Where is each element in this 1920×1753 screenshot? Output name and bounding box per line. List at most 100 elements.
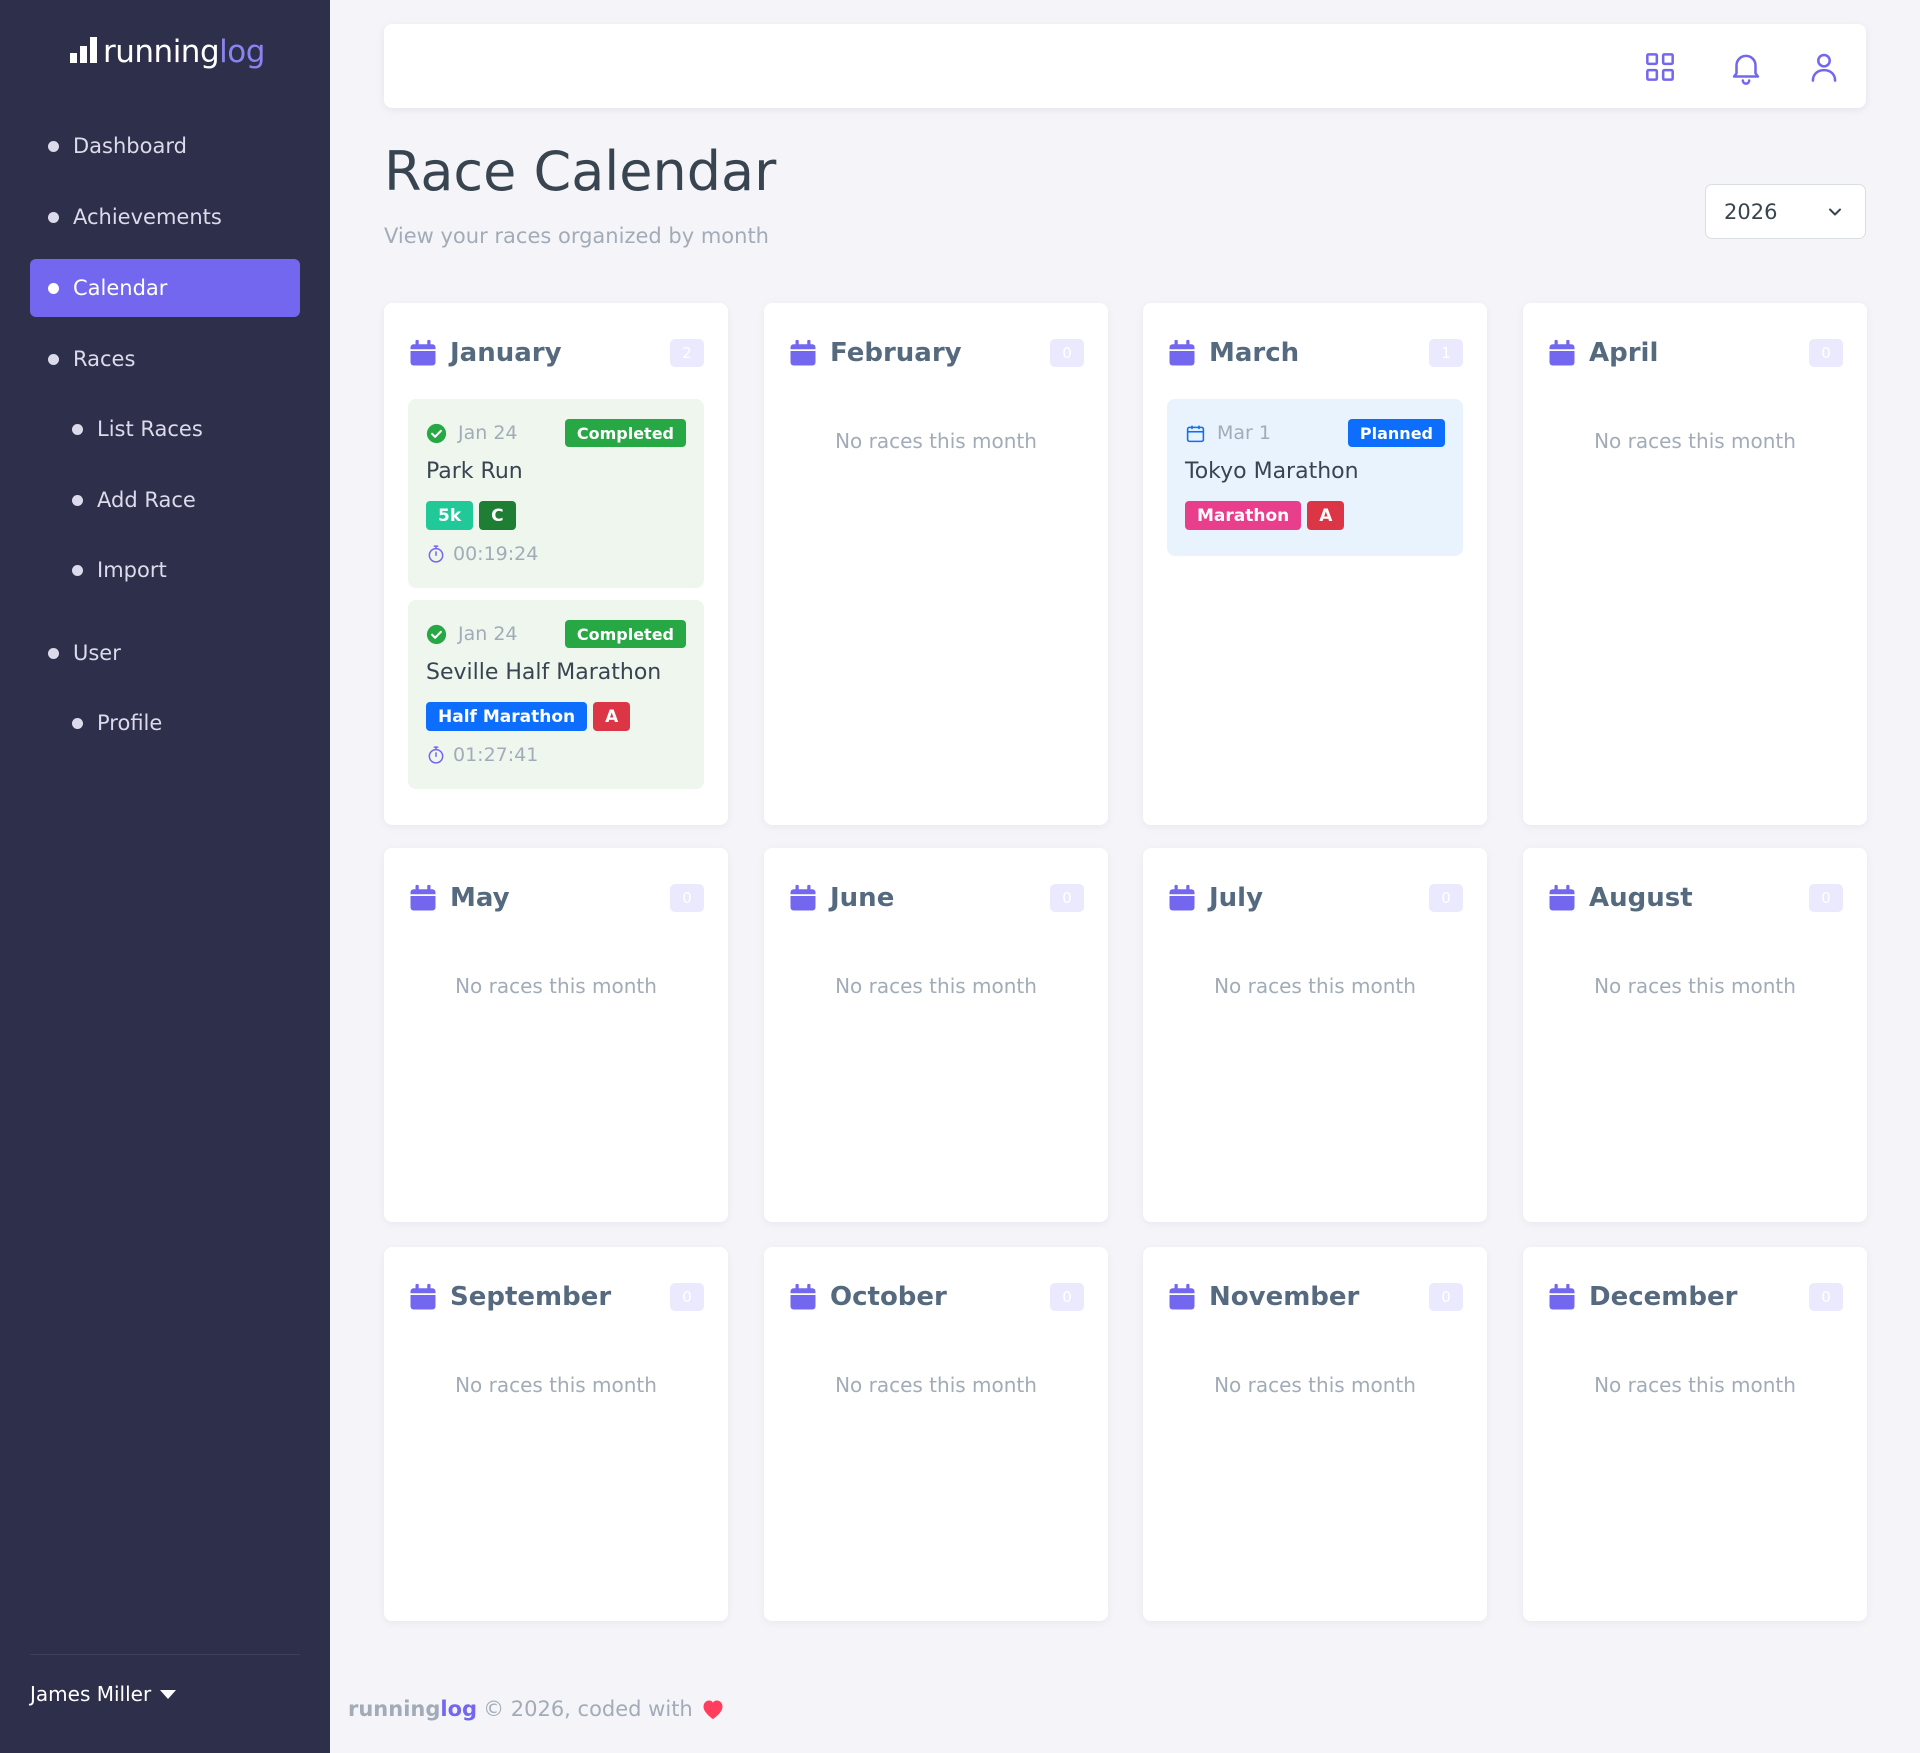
bullet-icon — [72, 564, 83, 576]
distance-badge: Half Marathon — [426, 702, 588, 731]
race-name: Park Run — [426, 459, 523, 484]
bullet-icon — [48, 282, 59, 294]
race-count-badge: 0 — [1050, 1283, 1084, 1311]
bullet-icon — [48, 140, 59, 152]
empty-message: No races this month — [455, 974, 657, 998]
month-card-january: January 2 Jan 24 Completed Park Run 5k C… — [384, 303, 728, 825]
empty-message: No races this month — [455, 1373, 657, 1397]
footer-brand[interactable]: runninglog — [348, 1697, 477, 1721]
bullet-icon — [72, 717, 83, 729]
sidebar-item-label: User — [73, 641, 121, 665]
page-title: Race Calendar — [384, 140, 777, 203]
race-count-badge: 0 — [1809, 1283, 1843, 1311]
calendar-icon — [1167, 338, 1197, 368]
calendar-icon — [1547, 1282, 1577, 1312]
race-count-badge: 0 — [670, 884, 704, 912]
status-badge: Planned — [1347, 419, 1445, 447]
race-card[interactable]: Jan 24 Completed Seville Half Marathon H… — [408, 600, 704, 789]
topbar — [384, 24, 1866, 108]
race-name: Tokyo Marathon — [1185, 459, 1359, 484]
sidebar-item-add-race[interactable]: Add Race — [30, 471, 300, 529]
race-date: Jan 24 — [458, 623, 518, 645]
empty-message: No races this month — [835, 429, 1037, 453]
bell-icon[interactable] — [1727, 48, 1765, 86]
footer: runninglog © 2026, coded with — [348, 1697, 725, 1721]
race-time: 00:19:24 — [453, 543, 539, 565]
caret-down-icon — [160, 1689, 177, 1699]
empty-message: No races this month — [1594, 974, 1796, 998]
page-subtitle: View your races organized by month — [384, 224, 769, 248]
race-count-badge: 0 — [1429, 1283, 1463, 1311]
app-logo[interactable]: runninglog — [70, 30, 265, 70]
race-date: Jan 24 — [458, 422, 518, 444]
month-card-july: July 0 No races this month — [1143, 848, 1487, 1222]
sidebar-item-profile[interactable]: Profile — [30, 694, 300, 752]
sidebar-item-dashboard[interactable]: Dashboard — [30, 117, 300, 175]
sidebar-item-label: Races — [73, 347, 136, 371]
month-card-may: May 0 No races this month — [384, 848, 728, 1222]
footer-copyright: © 2026, coded with — [483, 1697, 693, 1721]
month-card-october: October 0 No races this month — [764, 1247, 1108, 1621]
empty-message: No races this month — [1594, 1373, 1796, 1397]
logo-bars-icon — [70, 37, 97, 63]
empty-message: No races this month — [1214, 1373, 1416, 1397]
race-count-badge: 2 — [670, 339, 704, 367]
chevron-down-icon — [1825, 202, 1845, 222]
distance-badge: 5k — [426, 501, 474, 530]
race-count-badge: 0 — [1050, 339, 1084, 367]
distance-badge: Marathon — [1185, 501, 1302, 530]
grid-icon[interactable] — [1641, 48, 1679, 86]
stopwatch-icon — [426, 745, 446, 765]
calendar-icon — [788, 883, 818, 913]
empty-message: No races this month — [1594, 429, 1796, 453]
race-count-badge: 0 — [1809, 339, 1843, 367]
sidebar-divider — [30, 1654, 300, 1655]
month-name: February — [830, 338, 962, 368]
month-card-november: November 0 No races this month — [1143, 1247, 1487, 1621]
month-card-june: June 0 No races this month — [764, 848, 1108, 1222]
month-name: November — [1209, 1282, 1360, 1312]
grade-badge: C — [479, 501, 516, 530]
month-name: January — [450, 338, 562, 368]
month-card-december: December 0 No races this month — [1523, 1247, 1867, 1621]
year-select-value: 2026 — [1724, 199, 1778, 224]
month-name: July — [1209, 883, 1264, 913]
sidebar-item-races[interactable]: Races — [30, 330, 300, 388]
sidebar-item-list-races[interactable]: List Races — [30, 400, 300, 458]
user-menu[interactable]: James Miller — [30, 1682, 177, 1706]
bullet-icon — [72, 494, 83, 506]
footer-brand-accent: log — [440, 1697, 478, 1721]
sidebar-item-user[interactable]: User — [30, 624, 300, 682]
bullet-icon — [72, 423, 83, 435]
bullet-icon — [48, 211, 59, 223]
status-badge: Completed — [564, 620, 686, 648]
check-circle-icon — [426, 423, 447, 444]
stopwatch-icon — [426, 544, 446, 564]
month-card-april: April 0 No races this month — [1523, 303, 1867, 825]
logo-accent: log — [219, 34, 265, 70]
sidebar-item-label: Profile — [97, 711, 163, 735]
month-name: October — [830, 1282, 947, 1312]
calendar-icon — [408, 883, 438, 913]
year-select[interactable]: 2026 — [1705, 184, 1866, 239]
month-name: April — [1589, 338, 1659, 368]
calendar-icon — [1167, 1282, 1197, 1312]
race-count-badge: 0 — [1809, 884, 1843, 912]
sidebar-item-calendar[interactable]: Calendar — [30, 259, 300, 317]
sidebar-item-label: Add Race — [97, 488, 196, 512]
race-card[interactable]: Mar 1 Planned Tokyo Marathon Marathon A — [1167, 399, 1463, 556]
status-badge: Completed — [564, 419, 686, 447]
sidebar-item-label: Achievements — [73, 205, 222, 229]
calendar-icon — [1547, 883, 1577, 913]
sidebar-item-import[interactable]: Import — [30, 541, 300, 599]
empty-message: No races this month — [835, 974, 1037, 998]
empty-message: No races this month — [1214, 974, 1416, 998]
race-card[interactable]: Jan 24 Completed Park Run 5k C 00:19:24 — [408, 399, 704, 588]
sidebar-item-label: Dashboard — [73, 134, 187, 158]
race-count-badge: 0 — [670, 1283, 704, 1311]
empty-message: No races this month — [835, 1373, 1037, 1397]
user-icon[interactable] — [1805, 48, 1843, 86]
calendar-outline-icon — [1185, 423, 1206, 444]
month-name: December — [1589, 1282, 1738, 1312]
sidebar-item-achievements[interactable]: Achievements — [30, 188, 300, 246]
